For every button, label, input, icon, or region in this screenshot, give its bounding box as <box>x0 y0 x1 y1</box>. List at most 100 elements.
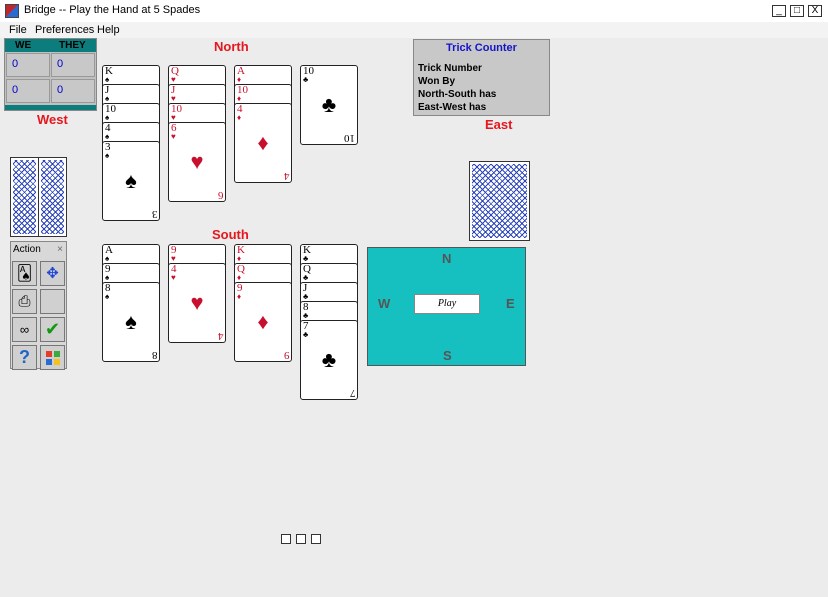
spades-suit-icon: ♠ <box>125 168 137 193</box>
menu-file[interactable]: File <box>9 24 27 36</box>
compass-west: W <box>378 296 391 311</box>
playing-card[interactable]: 6 ♥ ♥ 6 <box>168 122 226 202</box>
compass-south: S <box>443 348 452 363</box>
spades-suit-icon: ♠ <box>105 113 110 122</box>
card-rank: 6 <box>217 189 224 201</box>
diamonds-suit-icon: ♦ <box>237 254 242 263</box>
spades-suit-icon: ♠ <box>105 254 110 263</box>
hearts-suit-icon: ♥ <box>171 113 176 122</box>
status-indicator <box>281 534 291 544</box>
hearts-suit-icon: ♥ <box>190 290 204 315</box>
playing-card[interactable]: 7 ♣ ♣ 7 <box>300 320 358 400</box>
help-question-icon[interactable]: ? <box>12 345 37 370</box>
clubs-suit-icon: ♣ <box>303 254 309 263</box>
deal-icon[interactable]: 🂡 <box>12 261 37 286</box>
clubs-suit-icon: ♣ <box>303 330 309 339</box>
diamonds-suit-icon: ♦ <box>237 292 242 301</box>
hearts-suit-icon: ♥ <box>190 149 204 174</box>
card-rank: 4 <box>217 330 224 342</box>
seat-label-north: North <box>214 39 249 54</box>
clubs-suit-icon: ♣ <box>321 347 337 372</box>
spades-suit-icon: ♠ <box>105 292 110 301</box>
move-arrows-icon[interactable]: ✥ <box>40 261 65 286</box>
east-card-back <box>469 161 530 241</box>
score-cell: 0 <box>6 53 50 77</box>
diamonds-suit-icon: ♦ <box>237 113 242 122</box>
card-rank: 9 <box>283 349 290 361</box>
menu-help[interactable]: Help <box>97 24 120 36</box>
confirm-check-icon[interactable]: ✔ <box>40 317 65 342</box>
won-by-label: Won By <box>418 76 456 87</box>
east-west-has-label: East-West has <box>418 102 487 113</box>
trick-counter: Trick Counter Trick Number Won By North-… <box>413 39 550 116</box>
diamonds-suit-icon: ♦ <box>237 94 242 103</box>
compass-east: E <box>506 296 515 311</box>
spades-suit-icon: ♠ <box>125 309 137 334</box>
clubs-suit-icon: ♣ <box>303 273 309 282</box>
play-button[interactable]: Play <box>414 294 480 314</box>
spades-suit-icon: ♠ <box>105 75 110 84</box>
spades-suit-icon: ♠ <box>105 132 110 141</box>
diamonds-suit-icon: ♦ <box>257 309 269 334</box>
score-cell: 0 <box>51 53 95 77</box>
card-rank: 8 <box>151 349 158 361</box>
spades-suit-icon: ♠ <box>105 273 110 282</box>
spades-suit-icon: ♠ <box>105 151 110 160</box>
hearts-suit-icon: ♥ <box>171 94 176 103</box>
diamonds-suit-icon: ♦ <box>237 75 242 84</box>
card-rank: 4 <box>283 170 290 182</box>
scoreboard-header: WE THEY <box>5 39 96 52</box>
score-header-we: WE <box>15 40 32 51</box>
action-panel-title: Action <box>13 244 41 255</box>
printer-icon[interactable]: ⎙ <box>12 289 37 314</box>
score-cell: 0 <box>51 79 95 103</box>
app-icon <box>5 4 19 18</box>
hearts-suit-icon: ♥ <box>171 132 176 141</box>
west-card-back <box>38 157 67 237</box>
trick-number-label: Trick Number <box>418 63 482 74</box>
seat-label-east: East <box>485 117 513 132</box>
spades-suit-icon: ♠ <box>105 94 110 103</box>
hearts-suit-icon: ♥ <box>171 254 176 263</box>
menu-bar: File Preferences Help <box>0 22 828 38</box>
score-cell: 0 <box>6 79 50 103</box>
trick-counter-title: Trick Counter <box>446 42 517 54</box>
maximize-button[interactable]: □ <box>790 5 804 17</box>
glasses-icon[interactable]: ∞ <box>12 317 37 342</box>
diamonds-suit-icon: ♦ <box>257 130 269 155</box>
window-title: Bridge -- Play the Hand at 5 Spades <box>24 4 201 16</box>
title-bar: Bridge -- Play the Hand at 5 Spades _ □ … <box>0 0 828 23</box>
hearts-suit-icon: ♥ <box>171 273 176 282</box>
menu-preferences[interactable]: Preferences <box>35 24 94 36</box>
playing-card[interactable]: 3 ♠ ♠ 3 <box>102 141 160 221</box>
card-rank: 3 <box>151 208 158 220</box>
compass-north: N <box>442 251 452 266</box>
playing-card[interactable]: 4 ♦ ♦ 4 <box>234 103 292 183</box>
minimize-button[interactable]: _ <box>772 5 786 17</box>
close-button[interactable]: X <box>808 5 822 17</box>
close-icon[interactable]: × <box>57 244 63 255</box>
clubs-suit-icon: ♣ <box>321 92 337 117</box>
clubs-suit-icon: ♣ <box>303 311 309 320</box>
west-card-back <box>10 157 39 237</box>
card-rank: 10 <box>344 132 355 144</box>
score-header-they: THEY <box>59 40 86 51</box>
seat-label-west: West <box>37 112 68 127</box>
hearts-suit-icon: ♥ <box>171 75 176 84</box>
clubs-suit-icon: ♣ <box>303 292 309 301</box>
playing-card[interactable]: 4 ♥ ♥ 4 <box>168 263 226 343</box>
playing-card[interactable]: 10 ♣ ♣ 10 <box>300 65 358 145</box>
playing-card[interactable]: 9 ♦ ♦ 9 <box>234 282 292 362</box>
status-indicator <box>311 534 321 544</box>
action-panel: Action × 🂡 ✥ ⎙ ∞ ✔ ? <box>10 241 67 370</box>
north-south-has-label: North-South has <box>418 89 497 100</box>
clubs-suit-icon: ♣ <box>303 75 309 84</box>
play-table: N S W E Play <box>367 247 526 366</box>
scoreboard: WE THEY 0 0 0 0 <box>4 38 97 111</box>
blank-icon[interactable] <box>40 289 65 314</box>
playing-card[interactable]: 8 ♠ ♠ 8 <box>102 282 160 362</box>
diamonds-suit-icon: ♦ <box>237 273 242 282</box>
windows-logo-icon[interactable] <box>40 345 65 370</box>
seat-label-south: South <box>212 227 249 242</box>
card-rank: 7 <box>349 387 356 399</box>
